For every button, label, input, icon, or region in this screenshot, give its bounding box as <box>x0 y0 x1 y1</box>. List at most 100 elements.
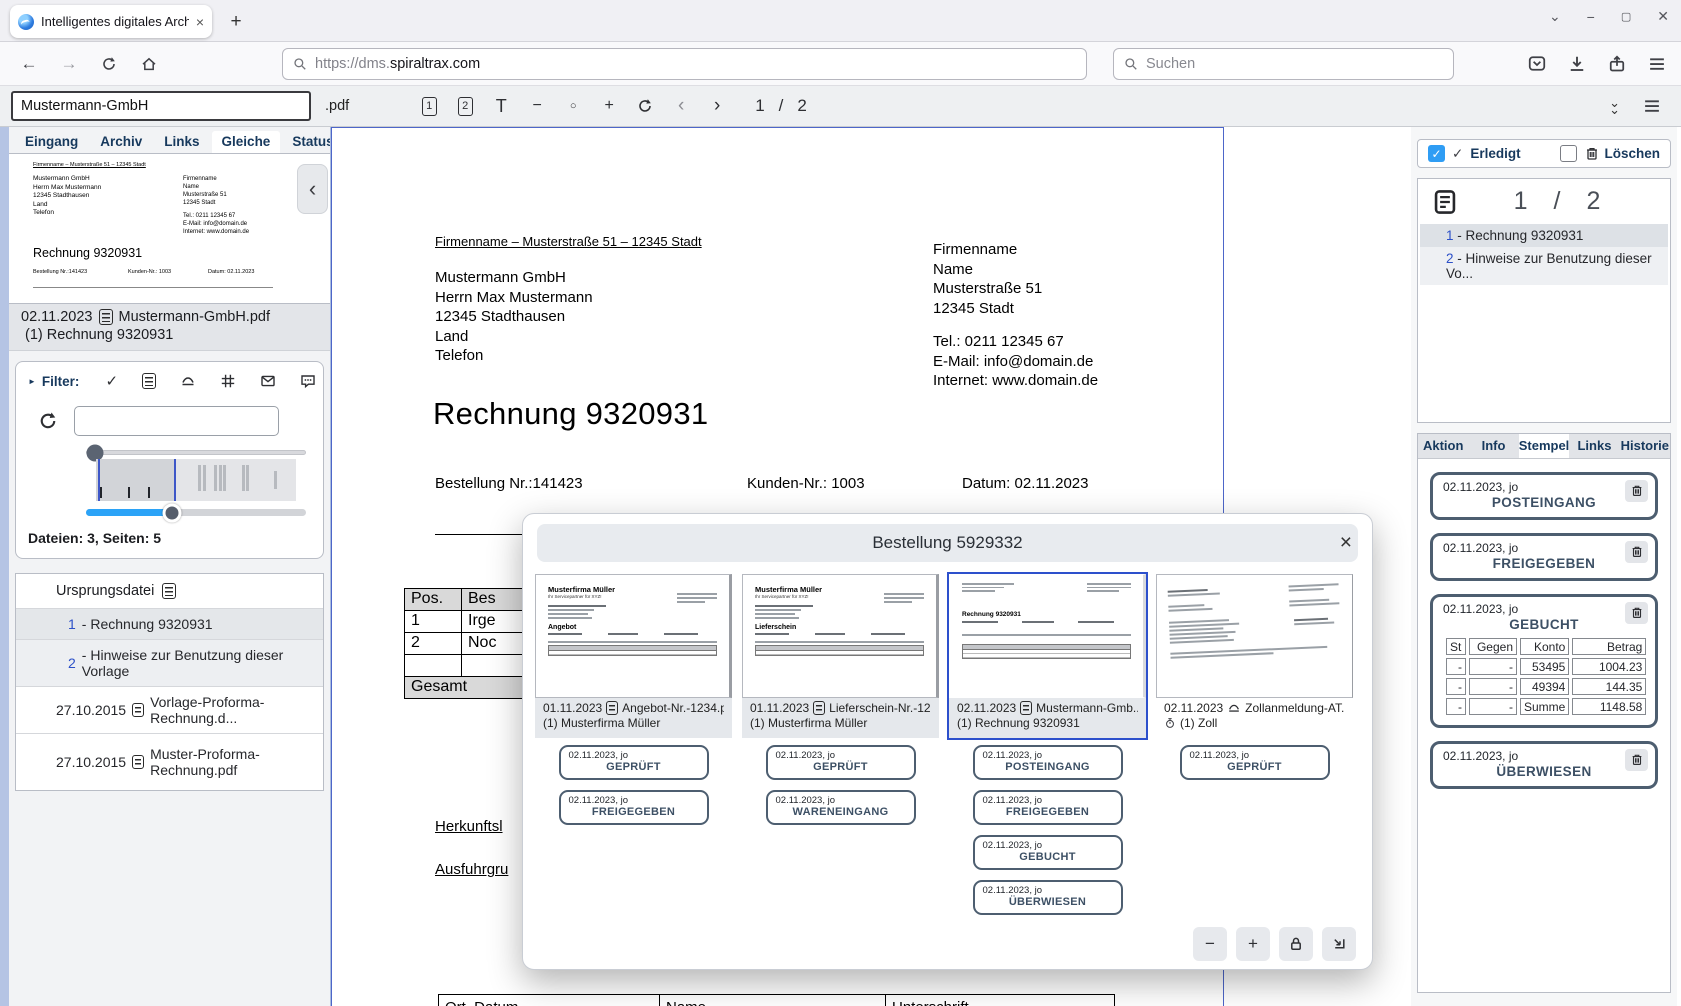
page-count-indicator: 1/2 <box>1458 187 1656 216</box>
origin-file-row[interactable]: 27.10.2015 Vorlage-Proforma-Rechnung.d..… <box>16 686 323 733</box>
share-icon[interactable] <box>1607 54 1627 74</box>
linked-doc-rechnung: Rechnung 9320931 02.11.2023Mustermann-Gm… <box>949 574 1146 738</box>
list-tabs-icon[interactable]: ⌄ <box>1549 8 1561 25</box>
reload-button[interactable] <box>94 49 124 79</box>
range-slider-bottom[interactable] <box>86 509 306 516</box>
tab-stempel[interactable]: Stempel <box>1519 434 1570 458</box>
modal-lock-button[interactable] <box>1279 927 1313 961</box>
new-tab-button[interactable]: + <box>222 8 250 36</box>
browser-tab[interactable]: Intelligentes digitales Arch × <box>10 5 212 38</box>
bestellung-modal: Bestellung 5929332 × Musterfirma Müller … <box>522 513 1373 970</box>
doc-thumbnail[interactable]: Rechnung 9320931 <box>949 574 1146 698</box>
doc-thumbnail[interactable] <box>1156 574 1353 698</box>
done-checkbox[interactable]: ✓ <box>1428 145 1445 162</box>
tab-gleiche[interactable]: Gleiche <box>212 131 281 153</box>
window-maximize-button[interactable]: ▢ <box>1621 10 1631 23</box>
filter-mail-icon[interactable] <box>260 373 276 389</box>
filter-comment-icon[interactable] <box>300 373 316 389</box>
collapse-toolbar-icon[interactable]: ⌄⌄ <box>1609 99 1620 113</box>
previous-page-button[interactable]: ‹ <box>665 91 697 121</box>
stamp-gebucht: 02.11.2023, jo GEBUCHT St Gegen Konto Be… <box>1430 594 1658 728</box>
tab-aktion[interactable]: Aktion <box>1418 434 1468 458</box>
trash-icon <box>1630 606 1644 620</box>
forward-button[interactable]: → <box>54 49 84 79</box>
delete-stamp-button[interactable] <box>1625 480 1648 502</box>
origin-page-row[interactable]: 2- Hinweise zur Benutzung dieser Vorlage <box>16 639 323 686</box>
stamps-panel: Aktion Info Stempel Links Historie 02.11… <box>1417 433 1671 993</box>
tab-historie[interactable]: Historie <box>1620 434 1670 458</box>
page-row[interactable]: 1 - Rechnung 9320931 <box>1420 224 1668 247</box>
zoom-reset-button[interactable]: ○ <box>557 91 589 121</box>
filter-grid-icon[interactable] <box>220 373 236 389</box>
file-subtitle: (1) Rechnung 9320931 <box>21 327 318 343</box>
doc-caption[interactable]: 01.11.2023Lieferschein-Nr.-12... (1) Mus… <box>742 698 939 738</box>
doc-caption[interactable]: 02.11.2023 Zollanmeldung-AT... (1) Zoll <box>1156 698 1353 738</box>
single-page-view-button[interactable]: 1 <box>413 91 445 121</box>
pocket-icon[interactable] <box>1527 54 1547 74</box>
back-button[interactable]: ← <box>14 49 44 79</box>
search-bar[interactable]: Suchen <box>1113 48 1454 80</box>
next-page-button[interactable]: › <box>701 91 733 121</box>
file-extension-label: .pdf <box>325 98 349 114</box>
file-page-stats: Dateien: 3, Seiten: 5 <box>28 530 311 546</box>
tab-links[interactable]: Links <box>1569 434 1619 458</box>
text-tool-button[interactable]: T <box>485 91 517 121</box>
doc-caption[interactable]: 01.11.2023Angebot-Nr.-1234.pdf (1) Muste… <box>535 698 732 738</box>
two-page-view-button[interactable]: 2 <box>449 91 481 121</box>
page-row[interactable]: 2 - Hinweise zur Benutzung dieser Vo... <box>1420 247 1668 285</box>
document-name-input[interactable] <box>11 91 311 121</box>
filter-check-icon[interactable]: ✓ <box>105 372 118 390</box>
selected-file-row[interactable]: 02.11.2023 Mustermann-GmbH.pdf (1) Rechn… <box>9 304 330 351</box>
url-bar[interactable]: https://dms.spiraltrax.com <box>282 48 1087 80</box>
modal-dock-button[interactable] <box>1322 927 1356 961</box>
stamps-angebot: 02.11.2023, joGEPRÜFT 02.11.2023, joFREI… <box>535 745 732 825</box>
filter-input[interactable] <box>74 406 279 436</box>
doc-sender-line: Firmenname – Musterstraße 51 – 12345 Sta… <box>435 234 702 249</box>
origin-page-row[interactable]: 1- Rechnung 9320931 <box>16 608 323 639</box>
slider-knob-bottom[interactable] <box>162 503 181 522</box>
timeline-histogram[interactable] <box>96 459 296 501</box>
zoom-in-button[interactable]: + <box>593 91 625 121</box>
filter-label[interactable]: ►Filter: <box>28 374 79 389</box>
delete-stamp-button[interactable] <box>1625 602 1648 624</box>
modal-close-button[interactable]: × <box>1340 532 1352 553</box>
filter-scanner-icon[interactable] <box>180 373 196 389</box>
filter-reload-icon[interactable] <box>38 411 58 431</box>
search-icon <box>1124 57 1138 71</box>
modal-zoom-out-button[interactable]: − <box>1193 927 1227 961</box>
tab-close-icon[interactable]: × <box>196 14 204 30</box>
stamp: 02.11.2023, joPOSTEINGANG <box>973 745 1123 780</box>
tab-eingang[interactable]: Eingang <box>15 131 88 153</box>
toolbar-menu-icon[interactable] <box>1642 96 1662 116</box>
scanner-icon <box>1227 701 1241 715</box>
doc-thumbnail[interactable]: Musterfirma Müller Ihr Servicepartner fü… <box>742 574 939 698</box>
rotate-button[interactable] <box>629 91 661 121</box>
window-close-button[interactable]: ✕ <box>1657 8 1669 25</box>
modal-zoom-in-button[interactable]: + <box>1236 927 1270 961</box>
origin-file-row[interactable]: 27.10.2015 Muster-Proforma-Rechnung.pdf <box>16 733 323 790</box>
doc-thumbnail[interactable]: Musterfirma Müller Ihr Servicepartner fü… <box>535 574 732 698</box>
delete-stamp-button[interactable] <box>1625 541 1648 563</box>
dock-corner-icon <box>1331 936 1347 952</box>
tab-links[interactable]: Links <box>154 131 209 153</box>
downloads-icon[interactable] <box>1567 54 1587 74</box>
delete-checkbox[interactable] <box>1560 145 1577 162</box>
filter-panel: ►Filter: ✓ <box>15 361 324 559</box>
right-sidebar: ✓ ✓ Erledigt Löschen 1/2 1 - Rechnung 93… <box>1411 127 1677 1006</box>
range-slider-top[interactable] <box>86 450 306 455</box>
window-minimize-button[interactable]: − <box>1587 9 1595 25</box>
tab-info[interactable]: Info <box>1468 434 1518 458</box>
collapse-sidebar-button[interactable]: ‹ <box>297 164 328 214</box>
doc-contact-block: Tel.: 0211 12345 67E-Mail: info@domain.d… <box>933 332 1098 391</box>
tab-bar: Intelligentes digitales Arch × + ⌄ − ▢ ✕ <box>0 0 1681 42</box>
tab-archiv[interactable]: Archiv <box>90 131 152 153</box>
delete-stamp-button[interactable] <box>1625 749 1648 771</box>
document-toolbar: .pdf 1 2 T − ○ + ‹ › 1/2 ⌄⌄ <box>0 86 1681 127</box>
zoom-out-button[interactable]: − <box>521 91 553 121</box>
doc-caption[interactable]: 02.11.2023Mustermann-Gmb... (1) Rechnung… <box>949 698 1146 738</box>
doc-title: Rechnung 9320931 <box>433 396 708 432</box>
home-button[interactable] <box>134 49 164 79</box>
document-thumbnail[interactable]: Firmenname – Musterstraße 51 – 12345 Sta… <box>9 153 330 304</box>
menu-icon[interactable] <box>1647 54 1667 74</box>
filter-document-icon[interactable] <box>142 373 156 389</box>
